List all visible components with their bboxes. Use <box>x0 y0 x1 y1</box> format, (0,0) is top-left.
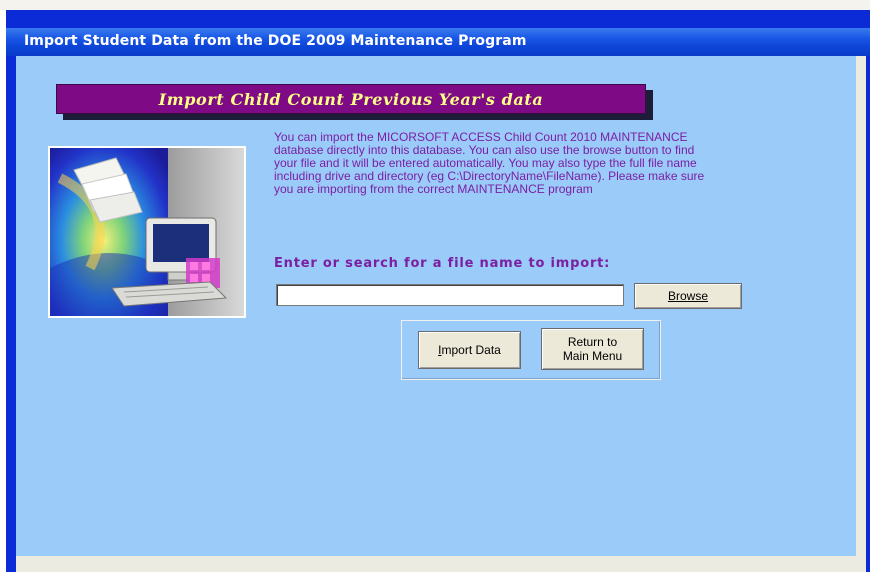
return-label-line1: Return to <box>567 335 618 349</box>
browse-button[interactable]: Browse <box>634 283 742 309</box>
file-name-input[interactable] <box>276 284 624 306</box>
return-label-line2: Main Menu <box>562 349 623 363</box>
application-window: Import Student Data from the DOE 2009 Ma… <box>6 10 870 572</box>
computer-illustration <box>48 146 246 318</box>
import-data-button[interactable]: Import Data <box>418 331 521 369</box>
window-titlebar[interactable]: Import Student Data from the DOE 2009 Ma… <box>6 28 870 56</box>
page-top-strip <box>0 0 870 10</box>
window-client-area: Import Child Count Previous Year's data <box>16 56 866 572</box>
action-button-group: Import Data Return to Main Menu <box>401 320 661 380</box>
form-banner: Import Child Count Previous Year's data <box>56 84 646 114</box>
instructions-text: You can import the MICORSOFT ACCESS Chil… <box>274 130 705 196</box>
file-name-prompt: Enter or search for a file name to impor… <box>274 256 611 271</box>
window-title: Import Student Data from the DOE 2009 Ma… <box>24 33 527 49</box>
computer-illustration-graphic <box>50 148 244 316</box>
import-form: Import Child Count Previous Year's data <box>16 56 856 556</box>
banner-title: Import Child Count Previous Year's data <box>158 90 544 109</box>
import-data-label: mport Data <box>441 343 501 357</box>
return-to-main-menu-button[interactable]: Return to Main Menu <box>541 328 644 370</box>
